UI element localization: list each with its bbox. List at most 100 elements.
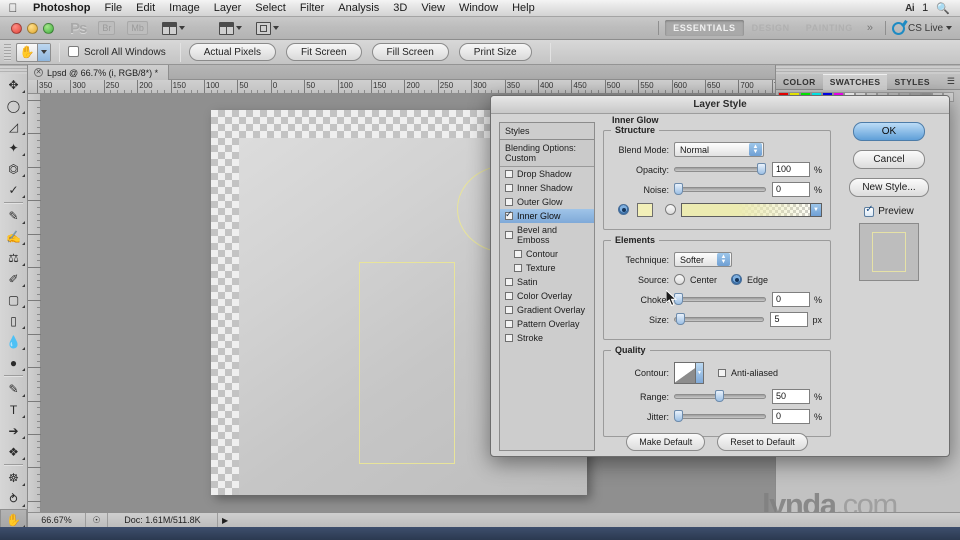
panel-menu-icon[interactable]: ☰ [947,76,960,87]
preview-checkbox[interactable] [864,204,875,217]
range-input[interactable]: 50 [771,389,810,404]
make-default-button[interactable]: Make Default [626,433,706,451]
brush-tool-icon[interactable]: ✍ [0,226,27,247]
contour-preview[interactable]: ▼ [674,362,704,384]
menu-window[interactable]: Window [452,0,505,16]
move-tool-icon[interactable]: ✥ [0,74,27,95]
menu-analysis[interactable]: Analysis [331,0,386,16]
vertical-ruler[interactable] [28,94,41,536]
anti-aliased-checkbox[interactable] [718,369,726,377]
effect-checkbox[interactable] [505,184,513,192]
workspace-more-button[interactable]: » [861,22,879,34]
effect-checkbox[interactable] [514,264,522,272]
pen-tool-icon[interactable]: ✎ [0,378,27,399]
style-effect-item[interactable]: Drop Shadow [500,167,594,181]
mini-bridge-button[interactable]: Mb [127,21,148,35]
healing-brush-tool-icon[interactable]: ✎ [0,205,27,226]
blending-options-item[interactable]: Blending Options: Custom [500,140,594,167]
adobe-ai-icon[interactable]: Ai [905,3,915,14]
style-effect-item[interactable]: Bevel and Emboss [500,223,594,247]
size-slider-thumb[interactable] [676,312,686,325]
menu-image[interactable]: Image [162,0,207,16]
tab-color[interactable]: COLOR [776,74,823,90]
document-tab[interactable]: ✕ Lpsd @ 66.7% (i, RGB/8*) * [28,65,170,80]
menu-filter[interactable]: Filter [293,0,331,16]
style-effect-item[interactable]: Color Overlay [500,289,594,303]
view-extras-button[interactable] [161,21,185,35]
scroll-all-windows-checkbox[interactable] [68,46,79,58]
options-bar-grip[interactable] [4,43,11,61]
tool-preset-dropdown[interactable] [37,43,50,61]
blur-tool-icon[interactable]: 💧 [0,331,27,352]
style-effect-item[interactable]: Texture [500,261,594,275]
range-slider[interactable] [674,389,766,403]
menu-layer[interactable]: Layer [207,0,249,16]
apple-icon[interactable]:  [0,2,26,14]
effect-checkbox[interactable] [505,306,513,314]
size-slider[interactable] [674,312,765,326]
arrange-documents-button[interactable] [255,21,279,35]
dodge-tool-icon[interactable]: ● [0,352,27,373]
gradient-tool-icon[interactable]: ▯ [0,310,27,331]
fit-screen-button[interactable]: Fit Screen [285,43,362,61]
shape-rectangle[interactable] [359,262,455,464]
workspace-essentials[interactable]: ESSENTIALS [665,20,744,36]
menu-photoshop[interactable]: Photoshop [26,0,97,16]
technique-select[interactable]: Softer ▲ ▼ [674,252,732,267]
jitter-slider[interactable] [674,409,766,423]
workspace-design[interactable]: DESIGN [744,20,798,36]
type-tool-icon[interactable]: T [0,399,27,420]
style-effect-item[interactable]: Pattern Overlay [500,317,594,331]
menu-edit[interactable]: Edit [129,0,162,16]
cs-live-button[interactable]: CS Live [891,21,960,35]
bridge-button[interactable]: Br [98,21,116,35]
style-effect-item[interactable]: Inner Shadow [500,181,594,195]
tab-styles[interactable]: STYLES [887,74,936,90]
minimize-button[interactable] [27,22,38,34]
opacity-slider[interactable] [674,162,766,176]
blend-mode-select[interactable]: Normal ▲ ▼ [674,142,764,157]
effect-checkbox[interactable] [505,334,513,342]
eraser-tool-icon[interactable]: ▢ [0,289,27,310]
menu-help[interactable]: Help [505,0,542,16]
elliptical-marquee-tool-icon[interactable]: ◯ [0,95,27,116]
window-controls[interactable] [0,22,54,34]
status-proxy-icon[interactable]: ☉ [86,513,108,527]
source-center-radio[interactable] [674,274,685,285]
tab-swatches[interactable]: SWATCHES [822,73,888,90]
quick-selection-tool-icon[interactable]: ✦ [0,137,27,158]
effect-checkbox[interactable] [505,320,513,328]
style-effect-item[interactable]: Outer Glow [500,195,594,209]
lasso-tool-icon[interactable]: ◿ [0,116,27,137]
size-input[interactable]: 5 [770,312,809,327]
effect-checkbox[interactable] [505,278,513,286]
source-edge-radio[interactable] [731,274,743,285]
search-icon[interactable]: 🔍 [936,2,950,15]
menu-select[interactable]: Select [248,0,293,16]
workspace-painting[interactable]: PAINTING [798,20,861,36]
reset-to-default-button[interactable]: Reset to Default [717,433,808,451]
glow-gradient-preview[interactable]: ▼ [681,202,822,217]
toolbox-grip[interactable] [0,65,27,74]
screen-mode-button[interactable] [218,21,242,35]
menu-file[interactable]: File [97,0,129,16]
history-brush-tool-icon[interactable]: ✐ [0,268,27,289]
fill-screen-button[interactable]: Fill Screen [371,43,449,61]
noise-slider[interactable] [674,182,766,196]
actual-pixels-button[interactable]: Actual Pixels [188,43,276,61]
dock-grip[interactable] [776,65,960,74]
crop-tool-icon[interactable]: ⏣ [0,158,27,179]
style-effect-item[interactable]: Inner Glow [500,209,594,223]
style-effect-item[interactable]: Gradient Overlay [500,303,594,317]
chevron-down-icon[interactable]: ▼ [810,203,821,216]
3d-orbit-tool-icon[interactable]: ⥁ [0,488,27,509]
styles-list[interactable]: Styles Blending Options: Custom Drop Sha… [499,122,595,451]
zoom-button[interactable] [43,22,54,34]
effect-checkbox[interactable] [505,231,513,239]
effect-checkbox[interactable] [505,209,513,220]
opacity-slider-thumb[interactable] [756,162,766,175]
jitter-slider-thumb[interactable] [674,409,683,422]
effect-checkbox[interactable] [505,292,513,300]
style-effect-item[interactable]: Satin [500,275,594,289]
effect-checkbox[interactable] [514,250,522,258]
